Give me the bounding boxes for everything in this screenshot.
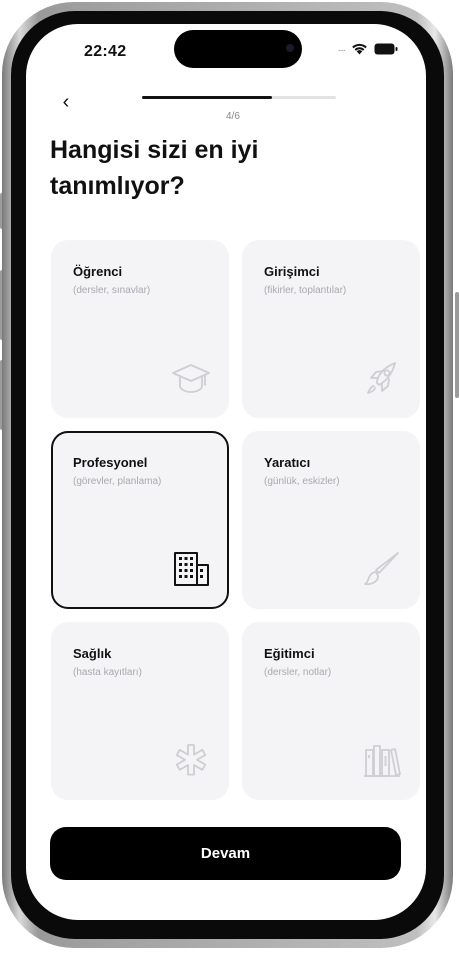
back-icon[interactable]: ‹: [56, 91, 76, 113]
option-subtitle: (dersler, sınavlar): [73, 285, 151, 296]
page-title: Hangisi sizi en iyi tanımlıyor?: [50, 136, 259, 200]
books-icon: [364, 745, 401, 777]
option-subtitle: (görevler, planlama): [73, 476, 162, 487]
dynamic-island: [174, 30, 302, 68]
option-card-profesyonel[interactable]: Profesyonel (görevler, planlama): [51, 431, 229, 609]
progress-bar: [142, 96, 336, 99]
option-card-saglik[interactable]: Sağlık (hasta kayıtları): [51, 622, 229, 800]
camera-dot: [286, 44, 294, 52]
status-icons: ....: [338, 42, 398, 55]
step-indicator: 4/6: [226, 111, 240, 122]
option-title: Yaratıcı: [264, 455, 311, 470]
rocket-icon: [367, 362, 396, 394]
option-title: Öğrenci: [73, 264, 123, 279]
wifi-icon: [352, 43, 367, 55]
option-card-egitimci[interactable]: Eğitimci (dersler, notlar): [242, 622, 420, 800]
graduation-cap-icon: [172, 364, 210, 393]
option-subtitle: (hasta kayıtları): [73, 667, 142, 678]
app-screen: 22:42 .... ‹ 4/6 Hangisi sizi en iyi tan…: [26, 24, 426, 920]
option-subtitle: (günlük, eskizler): [264, 476, 340, 487]
buildings-icon: [174, 552, 209, 586]
option-title: Eğitimci: [264, 646, 315, 661]
battery-icon: [374, 43, 398, 54]
option-title: Sağlık: [73, 646, 112, 661]
option-card-yaratici[interactable]: Yaratıcı (günlük, eskizler): [242, 431, 420, 609]
option-title: Profesyonel: [73, 455, 148, 470]
medical-star-icon: [175, 744, 207, 776]
option-card-ogrenci[interactable]: Öğrenci (dersler, sınavlar): [51, 240, 229, 418]
progress-fill: [142, 96, 272, 99]
continue-button[interactable]: Devam: [50, 827, 401, 880]
option-card-girisimci[interactable]: Girişimci (fikirler, toplantılar): [242, 240, 420, 418]
signal-indicator: ....: [337, 43, 346, 54]
status-time: 22:42: [84, 43, 127, 60]
paintbrush-icon: [364, 552, 399, 586]
option-title: Girişimci: [264, 264, 320, 279]
option-subtitle: (fikirler, toplantılar): [264, 285, 347, 296]
power-button: [455, 292, 459, 398]
option-subtitle: (dersler, notlar): [264, 667, 332, 678]
